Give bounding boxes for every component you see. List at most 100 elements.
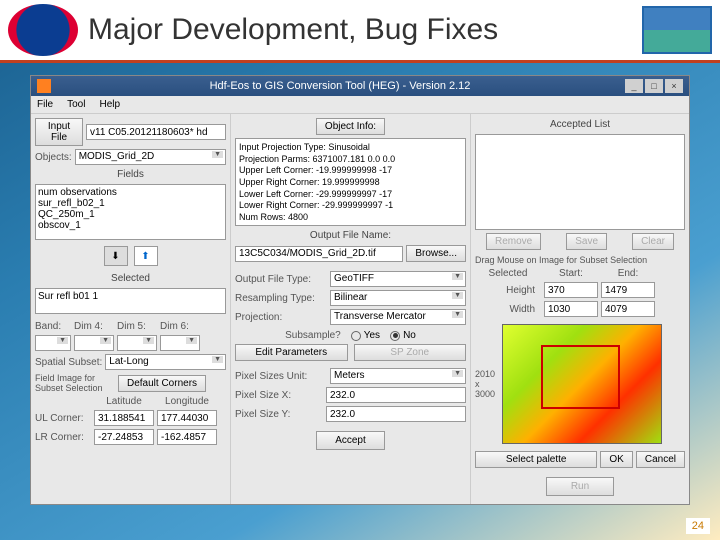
lr-lat-field[interactable] [94, 429, 154, 445]
lr-lon-field[interactable] [157, 429, 217, 445]
end-col-header: End: [601, 268, 655, 279]
close-button[interactable]: × [665, 79, 683, 93]
select-palette-button[interactable]: Select palette [475, 451, 597, 468]
projection-select[interactable]: Transverse Mercator [330, 309, 466, 325]
app-icon [37, 79, 51, 93]
height-start-field[interactable] [544, 282, 598, 298]
ok-button[interactable]: OK [600, 451, 632, 468]
menu-help[interactable]: Help [99, 99, 120, 110]
drag-instruction: Drag Mouse on Image for Subset Selection [475, 255, 685, 265]
input-file-field[interactable] [86, 124, 226, 140]
ul-corner-label: UL Corner: [35, 413, 91, 424]
width-start-field[interactable] [544, 301, 598, 317]
band-label: Band: [35, 321, 71, 332]
fields-header: Fields [35, 168, 226, 181]
arrow-down-icon: ⬇ [111, 251, 119, 262]
slide-title: Major Development, Bug Fixes [88, 13, 642, 47]
spatial-subset-label: Spatial Subset: [35, 357, 102, 368]
list-item[interactable]: QC_250m_1 [38, 209, 223, 220]
width-end-field[interactable] [601, 301, 655, 317]
radio-icon [351, 331, 361, 341]
selected-col-header: Selected [475, 268, 541, 279]
minimize-button[interactable]: _ [625, 79, 643, 93]
pixel-sizes-unit-label: Pixel Sizes Unit: [235, 371, 327, 382]
title-rule [0, 60, 720, 63]
list-item[interactable]: num observations [38, 187, 223, 198]
band-select[interactable] [35, 335, 71, 351]
object-info-box: Input Projection Type: Sinusoidal Projec… [235, 138, 466, 226]
longitude-header: Longitude [157, 396, 217, 407]
output-file-type-select[interactable]: GeoTIFF [330, 271, 466, 287]
arrow-down-button[interactable]: ⬇ [104, 246, 128, 266]
output-file-header: Output File Name: [235, 229, 466, 242]
preview-image[interactable] [502, 324, 662, 444]
arrow-up-icon: ⬆ [141, 251, 149, 262]
pixel-size-x-field[interactable] [326, 387, 466, 403]
menu-file[interactable]: File [37, 99, 53, 110]
fields-list[interactable]: num observations sur_refl_b02_1 QC_250m_… [35, 184, 226, 240]
save-button: Save [566, 233, 607, 250]
default-corners-button[interactable]: Default Corners [118, 375, 206, 392]
objects-select[interactable]: MODIS_Grid_2D [75, 149, 226, 165]
latitude-header: Latitude [94, 396, 154, 407]
eos-logo [642, 6, 712, 54]
projection-label: Projection: [235, 312, 327, 323]
resampling-type-label: Resampling Type: [235, 293, 327, 304]
output-file-type-label: Output File Type: [235, 274, 327, 285]
ul-lat-field[interactable] [94, 410, 154, 426]
list-item[interactable]: sur_refl_b02_1 [38, 198, 223, 209]
dim5-select[interactable] [117, 335, 157, 351]
remove-button: Remove [486, 233, 541, 250]
subsample-label: Subsample? [285, 330, 341, 341]
menubar: File Tool Help [31, 96, 689, 114]
preview-dims: 2010 x 3000 [475, 369, 499, 399]
output-file-field[interactable] [235, 246, 403, 262]
pixel-size-y-field[interactable] [326, 406, 466, 422]
window-title: Hdf-Eos to GIS Conversion Tool (HEG) - V… [57, 80, 623, 92]
accepted-list-header: Accepted List [475, 118, 685, 131]
object-info-button[interactable]: Object Info: [316, 118, 385, 135]
subsample-yes-radio[interactable]: Yes [351, 330, 380, 341]
browse-button[interactable]: Browse... [406, 245, 466, 262]
cancel-button[interactable]: Cancel [636, 451, 685, 468]
input-file-button[interactable]: Input File [35, 118, 83, 146]
arrow-up-button[interactable]: ⬆ [134, 246, 158, 266]
accepted-list[interactable] [475, 134, 685, 230]
resampling-type-select[interactable]: Bilinear [330, 290, 466, 306]
dim6-label: Dim 6: [160, 321, 200, 332]
slide-header: Major Development, Bug Fixes [0, 0, 720, 60]
nasa-logo [8, 4, 78, 56]
width-label: Width [475, 304, 541, 315]
dim6-select[interactable] [160, 335, 200, 351]
ul-lon-field[interactable] [157, 410, 217, 426]
objects-label: Objects: [35, 152, 72, 163]
run-button: Run [546, 477, 614, 496]
accept-button[interactable]: Accept [316, 431, 385, 450]
radio-icon [390, 331, 400, 341]
page-number: 24 [686, 518, 710, 534]
titlebar: Hdf-Eos to GIS Conversion Tool (HEG) - V… [31, 76, 689, 96]
selected-list[interactable]: Sur refl b01 1 [35, 288, 226, 314]
edit-parameters-button[interactable]: Edit Parameters [235, 344, 348, 361]
subsample-no-radio[interactable]: No [390, 330, 416, 341]
lr-corner-label: LR Corner: [35, 432, 91, 443]
start-col-header: Start: [544, 268, 598, 279]
app-window: Hdf-Eos to GIS Conversion Tool (HEG) - V… [30, 75, 690, 505]
pixel-size-x-label: Pixel Size X: [235, 390, 323, 401]
field-image-label: Field Image for Subset Selection [35, 373, 115, 393]
spatial-subset-select[interactable]: Lat-Long [105, 354, 226, 370]
list-item[interactable]: obscov_1 [38, 220, 223, 231]
clear-button: Clear [632, 233, 674, 250]
selected-header: Selected [35, 272, 226, 285]
list-item[interactable]: Sur refl b01 1 [38, 291, 223, 302]
pixel-size-y-label: Pixel Size Y: [235, 409, 323, 420]
menu-tool[interactable]: Tool [67, 99, 85, 110]
dim5-label: Dim 5: [117, 321, 157, 332]
height-end-field[interactable] [601, 282, 655, 298]
height-label: Height [475, 285, 541, 296]
dim4-select[interactable] [74, 335, 114, 351]
maximize-button[interactable]: □ [645, 79, 663, 93]
pixel-sizes-unit-select[interactable]: Meters [330, 368, 466, 384]
dim4-label: Dim 4: [74, 321, 114, 332]
sp-zone-button: SP Zone [354, 344, 467, 361]
